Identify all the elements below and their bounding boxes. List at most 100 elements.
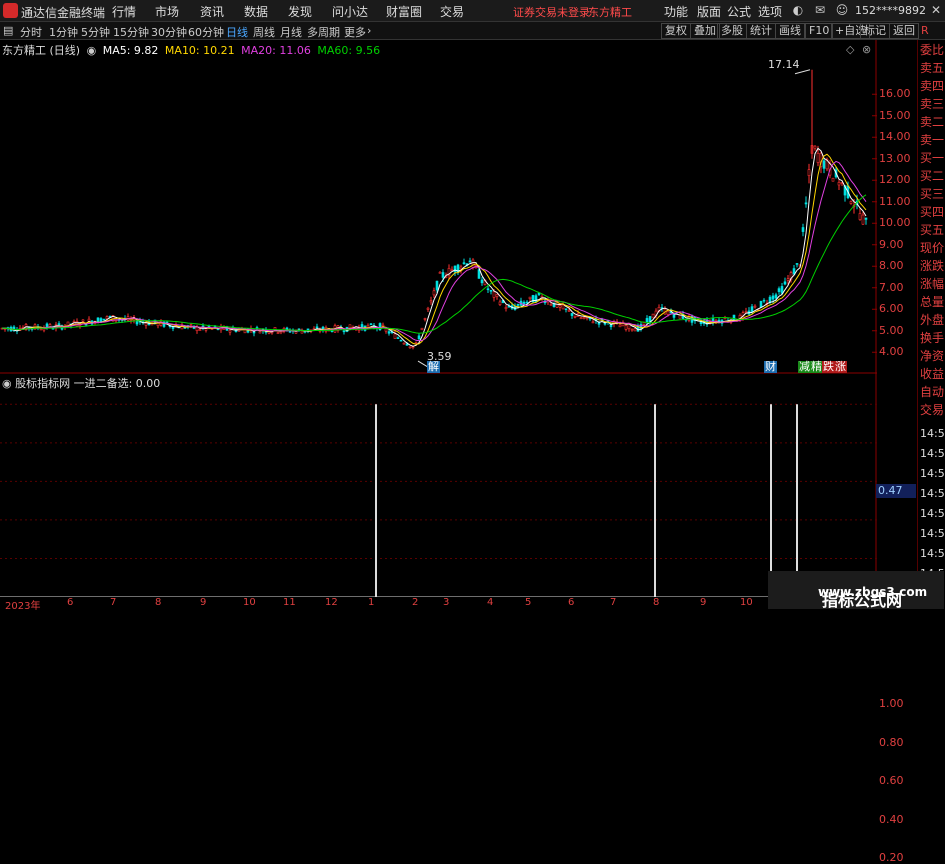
quote-row-label[interactable]: 卖二 bbox=[920, 115, 944, 129]
quote-row-label[interactable]: 买四 bbox=[920, 205, 944, 219]
menu-gongneng[interactable]: 功能 bbox=[664, 3, 688, 20]
tab-60min[interactable]: 60分钟 bbox=[188, 24, 224, 40]
menu-shichang[interactable]: 市场 bbox=[155, 3, 179, 20]
tab-30min[interactable]: 30分钟 bbox=[151, 24, 187, 40]
menu-hangqing[interactable]: 行情 bbox=[112, 3, 136, 20]
candle-body bbox=[558, 305, 562, 308]
candle-body bbox=[102, 318, 106, 321]
tab-multi-period[interactable]: 多周期 bbox=[307, 24, 340, 40]
quote-side-panel[interactable]: 委比卖五卖四卖三卖二卖一买一买二买三买四买五现价涨跌涨幅总量外盘换手净资收益自动… bbox=[917, 40, 945, 609]
jie-marker[interactable]: 解 bbox=[427, 361, 440, 373]
menu-wenxiaoda[interactable]: 问小达 bbox=[332, 3, 368, 20]
high-annotation: 17.14 bbox=[768, 58, 800, 71]
price-tick-label: 10.00 bbox=[879, 216, 911, 230]
candle-body bbox=[624, 325, 628, 330]
menu-caifuquan[interactable]: 财富圈 bbox=[386, 3, 422, 20]
fuquan-button[interactable]: 复权 bbox=[661, 23, 691, 39]
quote-row-label[interactable]: 卖一 bbox=[920, 133, 944, 147]
corner-r[interactable]: R bbox=[921, 24, 929, 37]
tab-icon[interactable]: ▤ bbox=[3, 24, 13, 37]
time-axis: 2023年 6 7 8 9 10 11 12 1 2 3 4 5 6 7 8 9 10 bbox=[0, 597, 877, 612]
chevron-right-icon[interactable]: › bbox=[367, 24, 371, 37]
duogu-button[interactable]: 多股 bbox=[717, 23, 747, 39]
skin-icon[interactable]: ◐ bbox=[790, 2, 806, 18]
candle-body bbox=[420, 327, 424, 331]
candle-body bbox=[57, 323, 61, 325]
biaoji-button[interactable]: 标记 bbox=[860, 23, 890, 39]
menu-banmian[interactable]: 版面 bbox=[697, 3, 721, 20]
tab-15min[interactable]: 15分钟 bbox=[113, 24, 149, 40]
candle-body bbox=[549, 304, 553, 306]
candle-body bbox=[564, 308, 568, 311]
x-tick-label: 12 bbox=[325, 597, 338, 608]
candle-body bbox=[804, 202, 808, 205]
candle-body bbox=[492, 291, 496, 298]
tab-1min[interactable]: 1分钟 bbox=[49, 24, 78, 40]
menu-gongshi[interactable]: 公式 bbox=[727, 3, 751, 20]
quote-row-label[interactable]: 卖四 bbox=[920, 79, 944, 93]
candle-body bbox=[402, 342, 406, 345]
quote-row-label[interactable]: 委比 bbox=[920, 43, 944, 57]
menu-xuanxiang[interactable]: 选项 bbox=[758, 3, 782, 20]
candle-body bbox=[771, 295, 775, 300]
candle-body bbox=[504, 307, 508, 309]
quote-row-label[interactable]: 自动 bbox=[920, 385, 944, 399]
menu-zixun[interactable]: 资讯 bbox=[200, 3, 224, 20]
quote-row-label[interactable]: 外盘 bbox=[920, 313, 944, 327]
quote-row-label[interactable]: 换手 bbox=[920, 331, 944, 345]
indicator-tick-label: 0.20 bbox=[879, 851, 904, 864]
quote-row-label[interactable]: 交易 bbox=[920, 403, 944, 417]
quote-row-label[interactable]: 买二 bbox=[920, 169, 944, 183]
quote-row-label[interactable]: 卖三 bbox=[920, 97, 944, 111]
zhang-marker[interactable]: 涨 bbox=[834, 361, 847, 373]
account-label[interactable]: 152****9892 bbox=[855, 4, 926, 17]
price-tick-label: 13.00 bbox=[879, 151, 911, 165]
back-button[interactable]: 返回 bbox=[889, 23, 919, 39]
login-warning[interactable]: 证券交易未登录 bbox=[513, 4, 590, 20]
tab-weekly[interactable]: 周线 bbox=[253, 24, 275, 40]
candle-body bbox=[315, 326, 319, 329]
candle-body bbox=[699, 321, 703, 324]
candle-body bbox=[591, 321, 595, 324]
candle-body bbox=[144, 322, 148, 326]
menu-faxian[interactable]: 发现 bbox=[288, 3, 312, 20]
quote-row-label[interactable]: 涨跌 bbox=[920, 259, 944, 273]
tab-monthly[interactable]: 月线 bbox=[280, 24, 302, 40]
kline-chart[interactable] bbox=[0, 40, 877, 597]
user-icon[interactable]: ☺ bbox=[834, 2, 850, 18]
cai-marker[interactable]: 财 bbox=[764, 361, 777, 373]
tab-fenshi[interactable]: 分时 bbox=[20, 24, 42, 40]
tab-more[interactable]: 更多 bbox=[344, 24, 366, 40]
tab-daily[interactable]: 日线 bbox=[226, 24, 248, 40]
candle-body bbox=[732, 314, 736, 321]
candle-body bbox=[423, 318, 427, 320]
x-tick-label: 2023年 bbox=[5, 601, 41, 612]
quote-row-label[interactable]: 买三 bbox=[920, 187, 944, 201]
close-icon[interactable]: ✕ bbox=[928, 2, 944, 18]
mail-icon[interactable]: ✉ bbox=[812, 2, 828, 18]
x-tick-label: 8 bbox=[155, 597, 162, 608]
quote-row-label[interactable]: 净资 bbox=[920, 349, 944, 363]
f10-button[interactable]: F10 bbox=[805, 23, 834, 39]
price-tick-label: 11.00 bbox=[879, 194, 911, 208]
quote-row-label[interactable]: 买一 bbox=[920, 151, 944, 165]
huaxian-button[interactable]: 画线 bbox=[775, 23, 805, 39]
tongji-button[interactable]: 统计 bbox=[746, 23, 776, 39]
diejia-button[interactable]: 叠加 bbox=[690, 23, 720, 39]
menu-shuju[interactable]: 数据 bbox=[244, 3, 268, 20]
quote-row-label[interactable]: 买五 bbox=[920, 223, 944, 237]
price-tick-label: 4.00 bbox=[879, 345, 904, 359]
candle-body bbox=[408, 346, 412, 349]
quote-row-label[interactable]: 收益 bbox=[920, 367, 944, 381]
price-tick-label: 7.00 bbox=[879, 280, 904, 294]
quote-row-label[interactable]: 总量 bbox=[920, 295, 944, 309]
tab-5min[interactable]: 5分钟 bbox=[81, 24, 110, 40]
quote-row-label[interactable]: 卖五 bbox=[920, 61, 944, 75]
quote-row-label[interactable]: 现价 bbox=[920, 241, 944, 255]
candle-body bbox=[39, 328, 43, 331]
menu-jiaoyi[interactable]: 交易 bbox=[440, 3, 464, 20]
trade-time-label: 14:56 bbox=[920, 527, 945, 540]
candle-body bbox=[753, 305, 757, 308]
quote-row-label[interactable]: 涨幅 bbox=[920, 277, 944, 291]
candle-body bbox=[426, 307, 430, 310]
